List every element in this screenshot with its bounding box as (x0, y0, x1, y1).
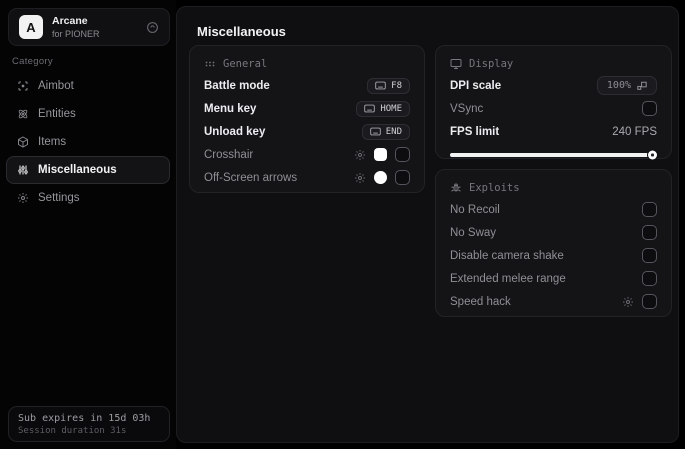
slider-knob[interactable] (648, 150, 657, 160)
sliders-icon (16, 164, 29, 176)
keyboard-icon (375, 81, 386, 90)
offscreen-arrows-label: Off-Screen arrows (204, 171, 298, 184)
extended-melee-range-row: Extended melee range (448, 267, 659, 290)
dpi-scale-label: DPI scale (450, 79, 502, 92)
general-header-label: General (223, 58, 268, 70)
no-sway-row: No Sway (448, 221, 659, 244)
session-duration-text: Session duration 31s (18, 425, 127, 436)
app-name: Arcane (52, 14, 88, 27)
vsync-label: VSync (450, 102, 484, 115)
speed-hack-label: Speed hack (450, 295, 511, 308)
keyboard-icon (369, 127, 381, 136)
fps-limit-value: 240 FPS (612, 125, 657, 138)
disable-camera-shake-label: Disable camera shake (450, 249, 564, 262)
slider-track[interactable] (450, 153, 657, 157)
no-sway-checkbox[interactable] (642, 225, 657, 240)
bug-icon (450, 182, 462, 194)
no-recoil-label: No Recoil (450, 203, 500, 216)
menu-key-keybind[interactable]: HOME (356, 100, 410, 117)
sidebar-item-label: Settings (38, 192, 80, 204)
no-sway-label: No Sway (450, 226, 497, 239)
sidebar-item-entities[interactable]: Entities (6, 100, 170, 128)
vsync-row: VSync (448, 97, 659, 120)
unload-key-keybind[interactable]: END (361, 123, 410, 140)
sidebar-item-label: Miscellaneous (38, 164, 117, 176)
display-header-label: Display (469, 58, 514, 70)
unload-key-label: Unload key (204, 125, 266, 138)
sidebar: A Arcane for PIONER Category Aimbot Enti… (0, 0, 176, 449)
offscreen-arrows-row: Off-Screen arrows (202, 166, 412, 189)
no-recoil-checkbox[interactable] (642, 202, 657, 217)
sidebar-item-label: Items (38, 136, 67, 148)
sync-icon[interactable] (146, 21, 159, 34)
sidebar-item-miscellaneous[interactable]: Miscellaneous (6, 156, 170, 184)
app-header-card: A Arcane for PIONER (8, 8, 170, 46)
dots-grid-icon (204, 58, 216, 70)
dpi-scale-row: DPI scale 100% (448, 74, 659, 97)
exploits-card: Exploits No Recoil No Sway Disable camer… (435, 169, 672, 317)
crosshair-settings-gear-icon[interactable] (354, 149, 366, 161)
disable-camera-shake-row: Disable camera shake (448, 244, 659, 267)
main-panel: Miscellaneous General Battle mode F8 Men… (176, 6, 679, 443)
extended-melee-range-checkbox[interactable] (642, 271, 657, 286)
menu-key-row: Menu key HOME (202, 97, 412, 120)
crosshair-checkbox[interactable] (395, 147, 410, 162)
page-title: Miscellaneous (197, 24, 286, 39)
crosshair-color-swatch[interactable] (374, 148, 387, 161)
battle-mode-label: Battle mode (204, 79, 270, 92)
offscreen-arrows-settings-gear-icon[interactable] (354, 172, 366, 184)
scan-icon (16, 80, 29, 92)
speed-hack-checkbox[interactable] (642, 294, 657, 309)
crosshair-label: Crosshair (204, 148, 254, 161)
app-logo: A (19, 15, 43, 39)
display-card: Display DPI scale 100% VSync FPS limit 2… (435, 45, 672, 160)
subscription-info-card: Sub expires in 15d 03h Session duration … (8, 406, 170, 442)
fps-limit-row: FPS limit 240 FPS (448, 120, 659, 143)
sidebar-item-label: Entities (38, 108, 76, 120)
dpi-scale-selector[interactable]: 100% (596, 76, 657, 95)
vsync-checkbox[interactable] (642, 101, 657, 116)
battle-mode-keybind[interactable]: F8 (367, 77, 410, 94)
sidebar-item-items[interactable]: Items (6, 128, 170, 156)
atom-icon (16, 108, 29, 120)
box-icon (16, 136, 29, 148)
monitor-icon (450, 58, 462, 70)
sidebar-item-aimbot[interactable]: Aimbot (6, 72, 170, 100)
no-recoil-row: No Recoil (448, 198, 659, 221)
sidebar-item-settings[interactable]: Settings (6, 184, 170, 212)
menu-key-label: Menu key (204, 102, 257, 115)
sidebar-nav: Aimbot Entities Items Miscellaneous Sett… (6, 72, 170, 212)
sidebar-item-label: Aimbot (38, 80, 74, 92)
crosshair-row: Crosshair (202, 143, 412, 166)
extended-melee-range-label: Extended melee range (450, 272, 566, 285)
app-logo-letter: A (26, 19, 36, 35)
fps-limit-label: FPS limit (450, 125, 500, 138)
exploits-header-label: Exploits (469, 182, 520, 194)
fps-limit-slider[interactable] (450, 150, 657, 160)
scale-icon (637, 81, 647, 90)
general-card: General Battle mode F8 Menu key HOME Unl… (189, 45, 425, 193)
offscreen-arrows-checkbox[interactable] (395, 170, 410, 185)
app-subtitle: for PIONER (52, 28, 100, 39)
sub-expires-text: Sub expires in 15d 03h (18, 412, 151, 424)
disable-camera-shake-checkbox[interactable] (642, 248, 657, 263)
keyboard-icon (364, 104, 376, 113)
category-label: Category (12, 56, 53, 67)
offscreen-arrows-color-swatch[interactable] (374, 171, 387, 184)
unload-key-row: Unload key END (202, 120, 412, 143)
speed-hack-row: Speed hack (448, 290, 659, 313)
speed-hack-settings-gear-icon[interactable] (622, 296, 634, 308)
battle-mode-row: Battle mode F8 (202, 74, 412, 97)
gear-icon (16, 192, 29, 204)
